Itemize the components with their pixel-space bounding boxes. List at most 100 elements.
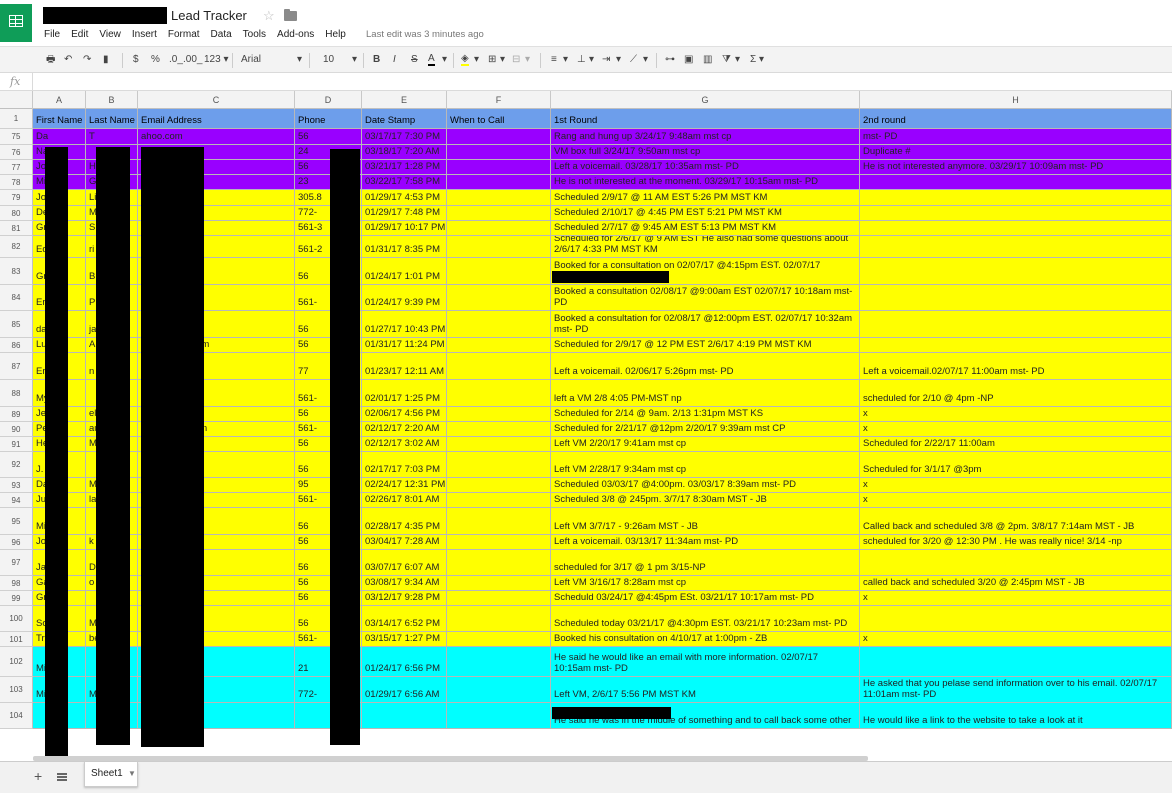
row-number[interactable]: 75 xyxy=(0,129,33,145)
cell-h[interactable]: x xyxy=(860,422,1172,437)
cell-h[interactable]: 2nd round xyxy=(860,109,1172,129)
last-edit-status[interactable]: Last edit was 3 minutes ago xyxy=(366,29,484,40)
cell-h[interactable]: called back and scheduled 3/20 @ 2:45pm … xyxy=(860,576,1172,591)
cell-g[interactable]: Scheduled 3/8 @ 245pm. 3/7/17 8:30am MST… xyxy=(551,493,860,508)
cell-a[interactable]: First Name xyxy=(33,109,86,129)
percent-button[interactable]: % xyxy=(151,53,160,67)
sheet-tab[interactable]: Sheet1 ▼ xyxy=(84,762,138,787)
row-number[interactable]: 104 xyxy=(0,703,33,729)
more-formats-button[interactable]: 123 ▾ xyxy=(204,53,228,67)
cell-h[interactable] xyxy=(860,258,1172,285)
cell-b[interactable]: Last Name xyxy=(86,109,138,129)
row-number[interactable]: 97 xyxy=(0,550,33,576)
cell-e[interactable]: 01/31/17 8:35 PM xyxy=(362,236,447,258)
cell-f[interactable] xyxy=(447,380,551,407)
cell-g[interactable]: Scheduled for 2/21/17 @12pm 2/20/17 9:39… xyxy=(551,422,860,437)
cell-h[interactable]: He asked that you pelase send informatio… xyxy=(860,677,1172,703)
row-number[interactable]: 82 xyxy=(0,236,33,258)
paint-format-icon[interactable]: ▮ xyxy=(103,53,109,67)
cell-e[interactable]: 02/01/17 1:25 PM xyxy=(362,380,447,407)
cell-c[interactable]: Email Address xyxy=(138,109,295,129)
cell-h[interactable] xyxy=(860,175,1172,190)
cell-f[interactable] xyxy=(447,703,551,729)
column-header-d[interactable]: D xyxy=(295,91,362,109)
row-number[interactable]: 91 xyxy=(0,437,33,452)
menu-edit[interactable]: Edit xyxy=(71,29,88,42)
insert-chart-icon[interactable]: ▥ xyxy=(703,53,712,67)
cell-f[interactable] xyxy=(447,160,551,175)
document-title[interactable]: Lead Tracker xyxy=(171,8,247,23)
row-number[interactable]: 95 xyxy=(0,508,33,535)
filter-icon[interactable]: ⧩ xyxy=(722,53,731,67)
cell-h[interactable]: Scheduled for 2/22/17 11:00am xyxy=(860,437,1172,452)
row-number[interactable]: 1 xyxy=(0,109,33,129)
cell-g[interactable]: VM box full 3/24/17 9:50am mst cp xyxy=(551,145,860,160)
row-number[interactable]: 101 xyxy=(0,632,33,647)
menu-view[interactable]: View xyxy=(99,29,121,42)
cell-g[interactable]: Booked his consultation on 4/10/17 at 1:… xyxy=(551,632,860,647)
cell-f[interactable] xyxy=(447,145,551,160)
row-number[interactable]: 96 xyxy=(0,535,33,550)
cell-g[interactable]: Left VM, 2/6/17 5:56 PM MST KM xyxy=(551,677,860,703)
menu-addons[interactable]: Add-ons xyxy=(277,29,314,42)
row-number[interactable]: 89 xyxy=(0,407,33,422)
cell-h[interactable]: Duplicate # xyxy=(860,145,1172,160)
cell-g[interactable]: 1st Round xyxy=(551,109,860,129)
star-icon[interactable]: ☆ xyxy=(263,8,275,24)
text-rotation-dropdown-icon[interactable]: ▾ xyxy=(643,53,648,67)
row-number[interactable]: 98 xyxy=(0,576,33,591)
column-header-c[interactable]: C xyxy=(138,91,295,109)
cell-g[interactable]: Left a voicemail. 03/13/17 11:34am mst- … xyxy=(551,535,860,550)
cell-g[interactable]: Scheduled today 03/21/17 @4:30pm EST. 03… xyxy=(551,606,860,632)
cell-h[interactable]: scheduled for 3/20 @ 12:30 PM . He was r… xyxy=(860,535,1172,550)
cell-f[interactable] xyxy=(447,221,551,236)
row-number[interactable]: 86 xyxy=(0,338,33,353)
cell-f[interactable] xyxy=(447,493,551,508)
cell-c[interactable]: ahoo.com xyxy=(138,129,295,145)
cell-g[interactable]: He is not interested at the moment. 03/2… xyxy=(551,175,860,190)
row-number[interactable]: 83 xyxy=(0,258,33,285)
row-number[interactable]: 81 xyxy=(0,221,33,236)
text-wrap-dropdown-icon[interactable]: ▾ xyxy=(616,53,621,67)
cell-f[interactable] xyxy=(447,258,551,285)
cell-g[interactable]: Scheduled for 2/6/17 @ 9 AM EST He also … xyxy=(551,236,860,258)
row-number[interactable]: 90 xyxy=(0,422,33,437)
cell-h[interactable]: Scheduled for 3/1/17 @3pm xyxy=(860,452,1172,478)
cell-e[interactable]: 01/24/17 1:01 PM xyxy=(362,258,447,285)
cell-h[interactable]: x xyxy=(860,591,1172,606)
cell-f[interactable] xyxy=(447,437,551,452)
cell-e[interactable]: 02/26/17 8:01 AM xyxy=(362,493,447,508)
align-dropdown-icon[interactable]: ▾ xyxy=(563,53,568,67)
cell-g[interactable]: Left VM 2/28/17 9:34am mst cp xyxy=(551,452,860,478)
cell-e[interactable]: 02/12/17 3:02 AM xyxy=(362,437,447,452)
cell-f[interactable] xyxy=(447,236,551,258)
menu-data[interactable]: Data xyxy=(211,29,232,42)
cell-f[interactable] xyxy=(447,576,551,591)
row-number[interactable]: 92 xyxy=(0,452,33,478)
menu-help[interactable]: Help xyxy=(325,29,346,42)
cell-g[interactable]: Scheduled for 2/9/17 @ 12 PM EST 2/6/17 … xyxy=(551,338,860,353)
add-sheet-button[interactable]: + xyxy=(34,768,42,784)
borders-icon[interactable]: ⊞ xyxy=(488,53,496,67)
cell-h[interactable]: scheduled for 2/10 @ 4pm -NP xyxy=(860,380,1172,407)
merge-cells-icon[interactable]: ⊟ xyxy=(512,53,520,67)
cell-g[interactable]: He said he would like an email with more… xyxy=(551,647,860,677)
cell-f[interactable] xyxy=(447,353,551,380)
cell-e[interactable]: 01/24/17 9:39 PM xyxy=(362,285,447,311)
cell-f[interactable] xyxy=(447,407,551,422)
cell-h[interactable]: Called back and scheduled 3/8 @ 2pm. 3/8… xyxy=(860,508,1172,535)
row-number[interactable]: 78 xyxy=(0,175,33,190)
column-header-h[interactable]: H xyxy=(860,91,1172,109)
fill-color-dropdown-icon[interactable]: ▾ xyxy=(474,53,479,67)
cell-e[interactable]: 03/18/17 7:20 AM xyxy=(362,145,447,160)
cell-e[interactable]: 03/17/17 7:30 PM xyxy=(362,129,447,145)
cell-e[interactable]: 03/07/17 6:07 AM xyxy=(362,550,447,576)
cell-e[interactable]: 02/12/17 2:20 AM xyxy=(362,422,447,437)
cell-f[interactable] xyxy=(447,422,551,437)
cell-e[interactable]: 03/14/17 6:52 PM xyxy=(362,606,447,632)
text-color-dropdown-icon[interactable]: ▾ xyxy=(442,53,447,67)
row-number[interactable]: 88 xyxy=(0,380,33,407)
currency-button[interactable]: $ xyxy=(133,53,139,67)
cell-f[interactable] xyxy=(447,175,551,190)
italic-button[interactable]: I xyxy=(393,53,396,67)
